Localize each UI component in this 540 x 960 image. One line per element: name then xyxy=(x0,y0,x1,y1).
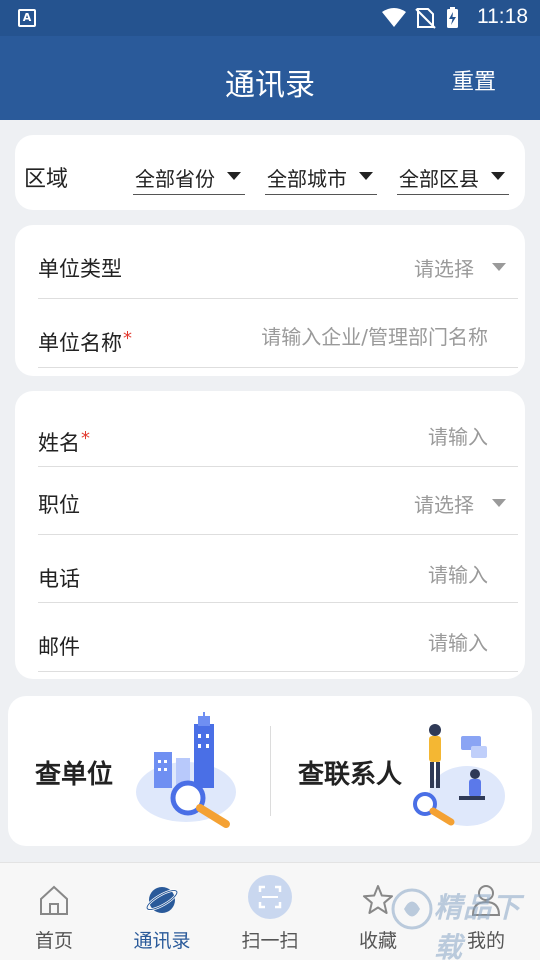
person-card: 姓名* 请输入 职位 请选择 电话 请输入 邮件 请输入 xyxy=(15,391,525,679)
province-dropdown[interactable]: 全部省份 xyxy=(133,161,245,195)
email-row[interactable]: 邮件 请输入 xyxy=(38,603,518,672)
tab-home[interactable]: 首页 xyxy=(0,863,108,960)
county-dropdown[interactable]: 全部区县 xyxy=(397,161,509,195)
scan-icon xyxy=(248,875,292,919)
no-sim-icon xyxy=(415,8,436,29)
email-label: 邮件 xyxy=(38,635,80,659)
chevron-down-icon xyxy=(359,172,373,180)
search-contact-button[interactable]: 查联系人 xyxy=(271,696,532,846)
battery-icon xyxy=(447,7,458,28)
phone-input[interactable]: 请输入 xyxy=(428,559,488,588)
tab-contacts[interactable]: 通讯录 xyxy=(108,863,216,960)
email-input[interactable]: 请输入 xyxy=(428,627,488,656)
search-org-label: 查单位 xyxy=(35,760,114,790)
home-icon xyxy=(40,885,68,915)
reset-button[interactable]: 重置 xyxy=(452,64,496,96)
app-bar: 通讯录 重置 xyxy=(0,36,540,120)
tab-scan[interactable]: 扫一扫 xyxy=(216,863,324,960)
planet-icon xyxy=(146,887,178,913)
position-label: 职位 xyxy=(38,493,80,517)
chevron-down-icon xyxy=(492,499,506,507)
buildings-magnifier-icon xyxy=(136,712,236,828)
required-asterisk: * xyxy=(123,328,132,349)
city-dropdown[interactable]: 全部城市 xyxy=(265,161,377,195)
tab-contacts-label: 通讯录 xyxy=(133,930,191,952)
status-bar: A 11:18 xyxy=(0,0,540,36)
chevron-down-icon xyxy=(227,172,241,180)
name-label: 姓名* xyxy=(38,428,90,455)
clock: 11:18 xyxy=(477,5,528,28)
phone-row[interactable]: 电话 请输入 xyxy=(38,535,518,603)
position-row[interactable]: 职位 请选择 xyxy=(38,467,518,535)
tab-scan-label: 扫一扫 xyxy=(241,930,299,952)
org-type-row[interactable]: 单位类型 请选择 xyxy=(38,225,518,299)
org-type-select[interactable]: 请选择 xyxy=(414,253,474,282)
org-name-label: 单位名称* xyxy=(38,328,132,355)
status-icons xyxy=(382,7,458,29)
region-label: 区域 xyxy=(24,167,69,192)
position-select[interactable]: 请选择 xyxy=(414,489,474,518)
people-search-icon xyxy=(413,724,505,826)
search-contact-label: 查联系人 xyxy=(298,760,403,790)
app-notification-icon: A xyxy=(18,9,36,27)
watermark-logo-icon xyxy=(391,888,433,930)
required-asterisk: * xyxy=(81,428,90,449)
name-input[interactable]: 请输入 xyxy=(428,421,488,450)
watermark: 精品下载 xyxy=(390,878,540,960)
phone-label: 电话 xyxy=(38,567,80,591)
organization-card: 单位类型 请选择 单位名称* 请输入企业/管理部门名称 xyxy=(15,225,525,376)
wifi-icon xyxy=(382,8,406,27)
county-value: 全部区县 xyxy=(399,167,479,191)
search-card: 查单位 查联系人 xyxy=(8,696,532,846)
chevron-down-icon xyxy=(492,263,506,271)
watermark-text: 精品下载 xyxy=(434,891,522,960)
org-type-label: 单位类型 xyxy=(38,257,122,281)
name-row[interactable]: 姓名* 请输入 xyxy=(38,391,518,467)
chevron-down-icon xyxy=(491,172,505,180)
region-filter-card: 区域 全部省份 全部城市 全部区县 xyxy=(15,135,525,210)
city-value: 全部城市 xyxy=(267,167,347,191)
org-name-row[interactable]: 单位名称* 请输入企业/管理部门名称 xyxy=(38,299,518,368)
tab-home-label: 首页 xyxy=(34,930,73,952)
org-name-input[interactable]: 请输入企业/管理部门名称 xyxy=(261,321,488,350)
province-value: 全部省份 xyxy=(135,167,215,191)
search-org-button[interactable]: 查单位 xyxy=(8,696,270,846)
